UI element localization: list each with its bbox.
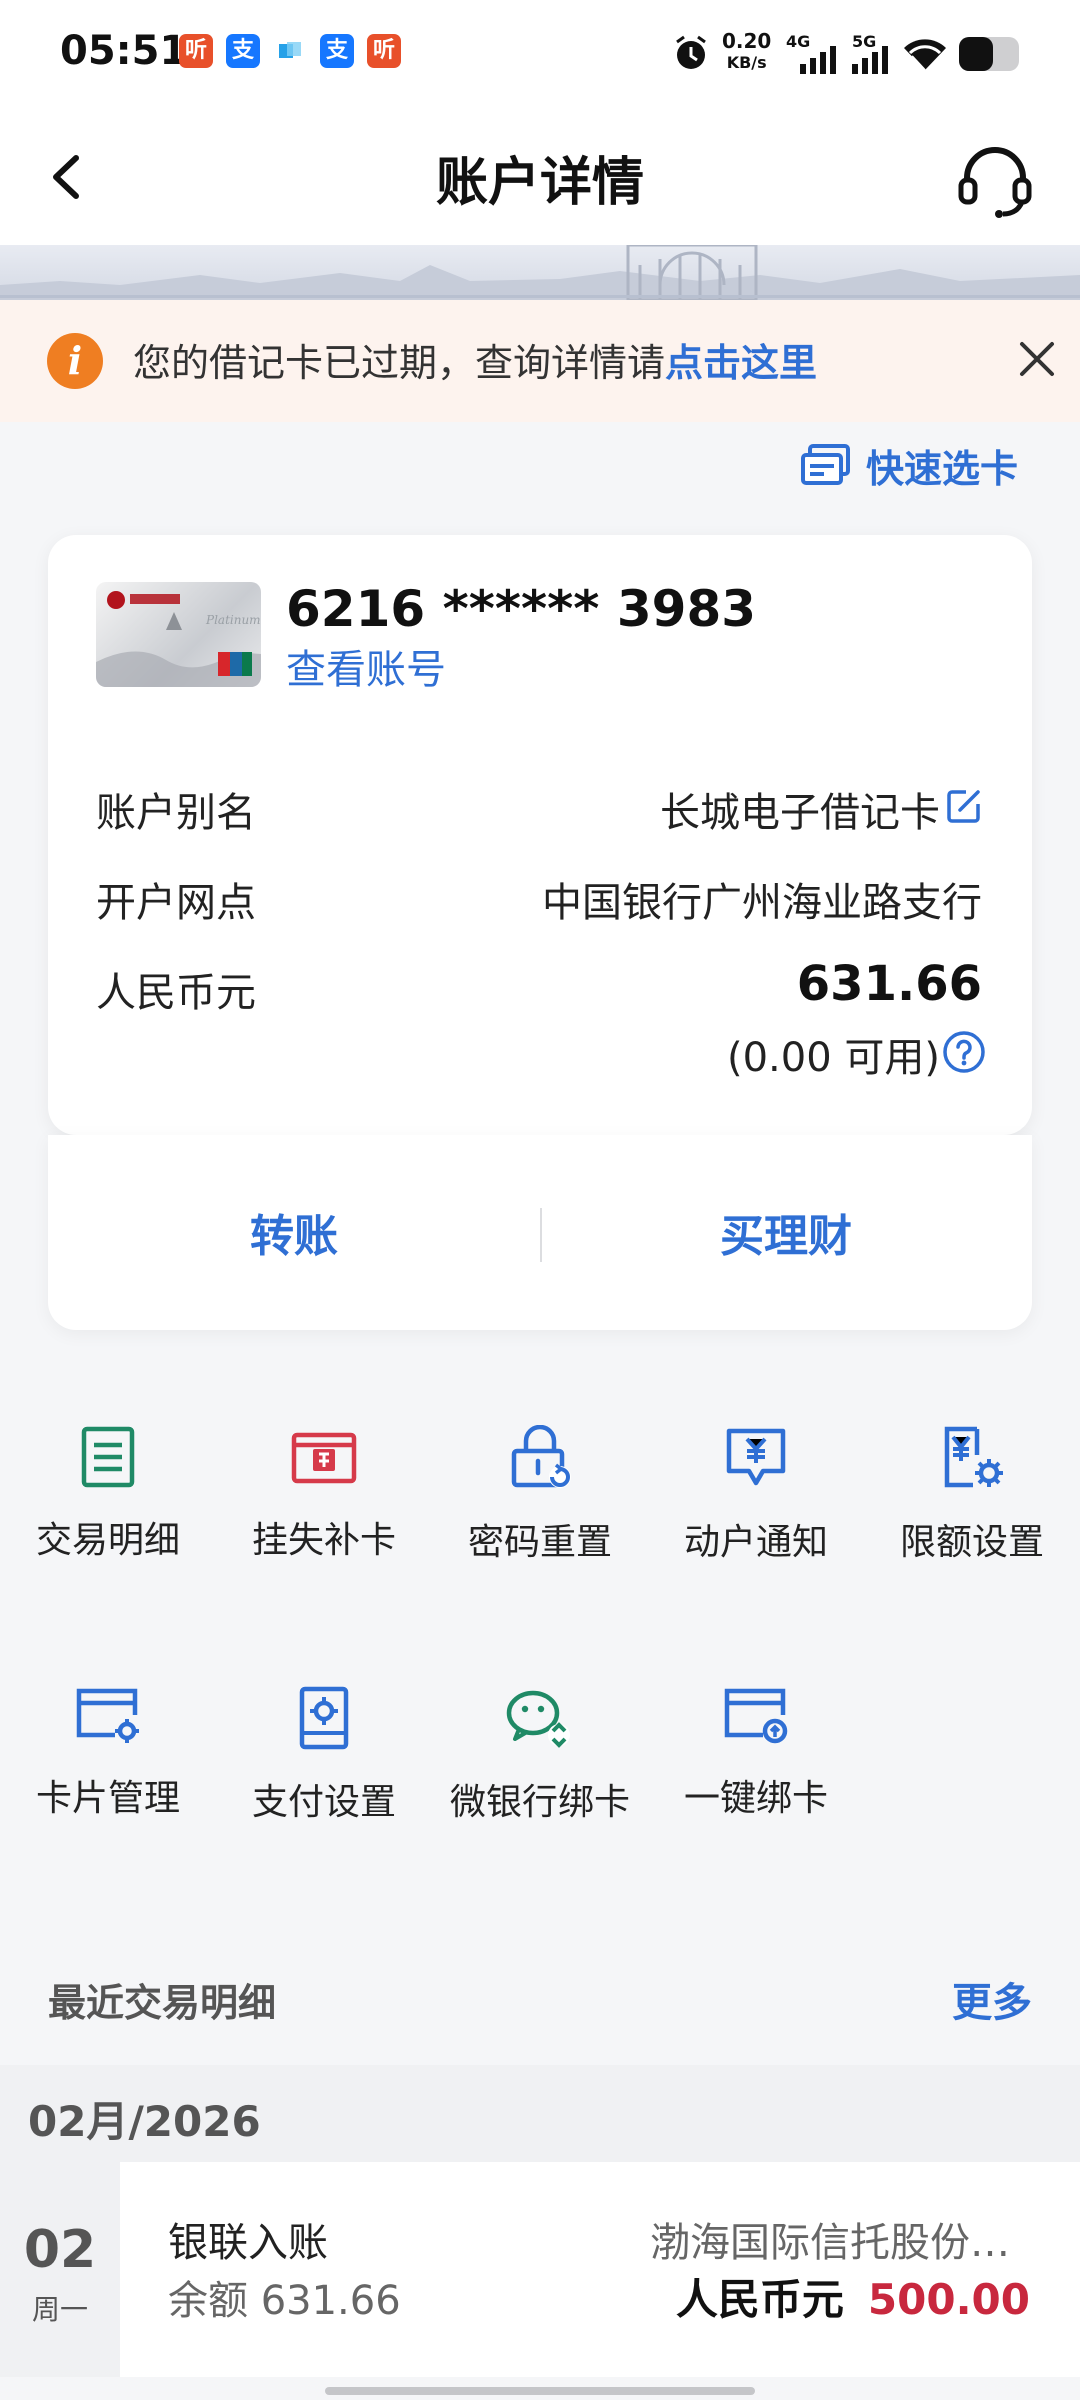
card-switch-icon [801, 444, 850, 485]
function-label: 动户通知 [683, 1522, 828, 1563]
home-indicator[interactable] [325, 2387, 755, 2395]
alipay-notification-icon: 支 [320, 34, 354, 68]
alarm-icon [672, 34, 710, 76]
password-reset-button[interactable]: 密码重置 [432, 1425, 648, 1625]
yuan-settings-icon [944, 1426, 1003, 1488]
page-title: 账户详情 [435, 153, 644, 213]
transaction-counterparty: 渤海国际信托股份… [650, 2220, 1010, 2266]
quick-select-label: 快速选卡 [866, 446, 1019, 491]
one-click-bind-button[interactable]: 一键绑卡 [648, 1685, 864, 1885]
quick-select-card-button[interactable]: 快速选卡 [800, 435, 1018, 495]
function-label: 微银行绑卡 [449, 1782, 630, 1823]
app-notification-icon [273, 34, 307, 68]
transaction-balance: 余额 631.66 [168, 2278, 401, 2324]
transaction-currency: 人民币元 [675, 2275, 844, 2324]
function-label: 密码重置 [467, 1522, 612, 1563]
card-management-button[interactable]: 卡片管理 [0, 1685, 216, 1885]
notice-text: 您的借记卡已过期，查询详情请 [133, 341, 666, 385]
available-help-button[interactable] [942, 1030, 986, 1074]
recent-transactions-title: 最近交易明细 [48, 1981, 277, 2025]
close-icon [1020, 342, 1054, 376]
signal-icon [852, 46, 892, 78]
month-label: 02月/2026 [28, 2097, 261, 2146]
function-label: 交易明细 [35, 1520, 180, 1561]
back-button[interactable] [40, 140, 100, 210]
list-icon [81, 1426, 135, 1488]
report-loss-button[interactable]: 挂失补卡 [216, 1425, 432, 1625]
available-balance: (0.00 可用) [727, 1035, 940, 1081]
info-icon: i [47, 333, 103, 389]
bank-card-thumbnail: Platinum [96, 582, 261, 687]
status-time: 05:51 [60, 28, 188, 74]
app-notification-icon: 听 [367, 34, 401, 68]
edit-alias-button[interactable] [944, 786, 984, 826]
speed-value: 0.20 [722, 29, 772, 53]
city-banner-decoration [0, 245, 1080, 300]
notice-link[interactable]: 点击这里 [665, 341, 817, 385]
alias-label: 账户别名 [96, 790, 256, 836]
transaction-weekday: 周一 [31, 2293, 88, 2326]
transaction-details-button[interactable]: 交易明细 [0, 1425, 216, 1625]
function-label: 挂失补卡 [251, 1520, 396, 1561]
payment-settings-icon [299, 1686, 349, 1750]
function-label: 一键绑卡 [683, 1778, 828, 1819]
edit-icon [947, 790, 980, 823]
customer-service-button[interactable] [955, 140, 1035, 220]
card-number: 6216 ****** 3983 [286, 580, 757, 638]
transaction-type: 银联入账 [168, 2220, 328, 2266]
app-notification-icon: 听 [179, 34, 213, 68]
function-label: 卡片管理 [35, 1778, 180, 1819]
buy-wealth-management-button[interactable]: 买理财 [540, 1200, 1032, 1264]
notice-message: 您的借记卡已过期，查询详情请点击这里 [133, 332, 817, 387]
wechat-bind-icon [506, 1690, 570, 1748]
card-link-icon [724, 1688, 788, 1744]
question-icon [943, 1031, 985, 1073]
yuan-notify-icon [726, 1428, 786, 1486]
notice-close-button[interactable] [1012, 334, 1062, 384]
account-activity-notice-button[interactable]: 动户通知 [648, 1425, 864, 1625]
transaction-amount-line: 人民币元 500.00 [676, 2266, 1030, 2327]
function-label: 限额设置 [899, 1522, 1044, 1563]
svg-text:Platinum: Platinum [205, 613, 261, 627]
alipay-notification-icon: 支 [226, 34, 260, 68]
lock-reset-icon [511, 1425, 571, 1488]
function-label: 支付设置 [251, 1782, 396, 1823]
wechat-bank-bind-button[interactable]: 微银行绑卡 [432, 1685, 648, 1885]
view-account-number-link[interactable]: 查看账号 [286, 637, 446, 695]
chevron-left-icon [53, 155, 79, 199]
transaction-amount: 500.00 [867, 2275, 1030, 2324]
speed-unit: KB/s [726, 53, 767, 72]
card-gear-icon [76, 1688, 139, 1743]
headset-icon [958, 147, 1032, 218]
currency-label: 人民币元 [96, 970, 256, 1016]
signal-icon [800, 46, 840, 78]
transfer-button[interactable]: 转账 [48, 1200, 540, 1264]
branch-label: 开户网点 [96, 880, 256, 926]
balance-value: 631.66 [796, 956, 982, 1012]
battery-icon [958, 36, 1022, 76]
report-loss-icon [291, 1432, 357, 1484]
alias-value: 长城电子借记卡 [660, 790, 940, 836]
network-speed: 0.20 KB/s [722, 30, 771, 74]
branch-value: 中国银行广州海业路支行 [542, 880, 982, 926]
more-transactions-link[interactable]: 更多 [952, 1970, 1032, 2028]
wifi-icon [902, 36, 948, 76]
payment-settings-button[interactable]: 支付设置 [216, 1685, 432, 1885]
limit-settings-button[interactable]: 限额设置 [864, 1425, 1080, 1625]
transaction-day: 02 [23, 2220, 97, 2280]
